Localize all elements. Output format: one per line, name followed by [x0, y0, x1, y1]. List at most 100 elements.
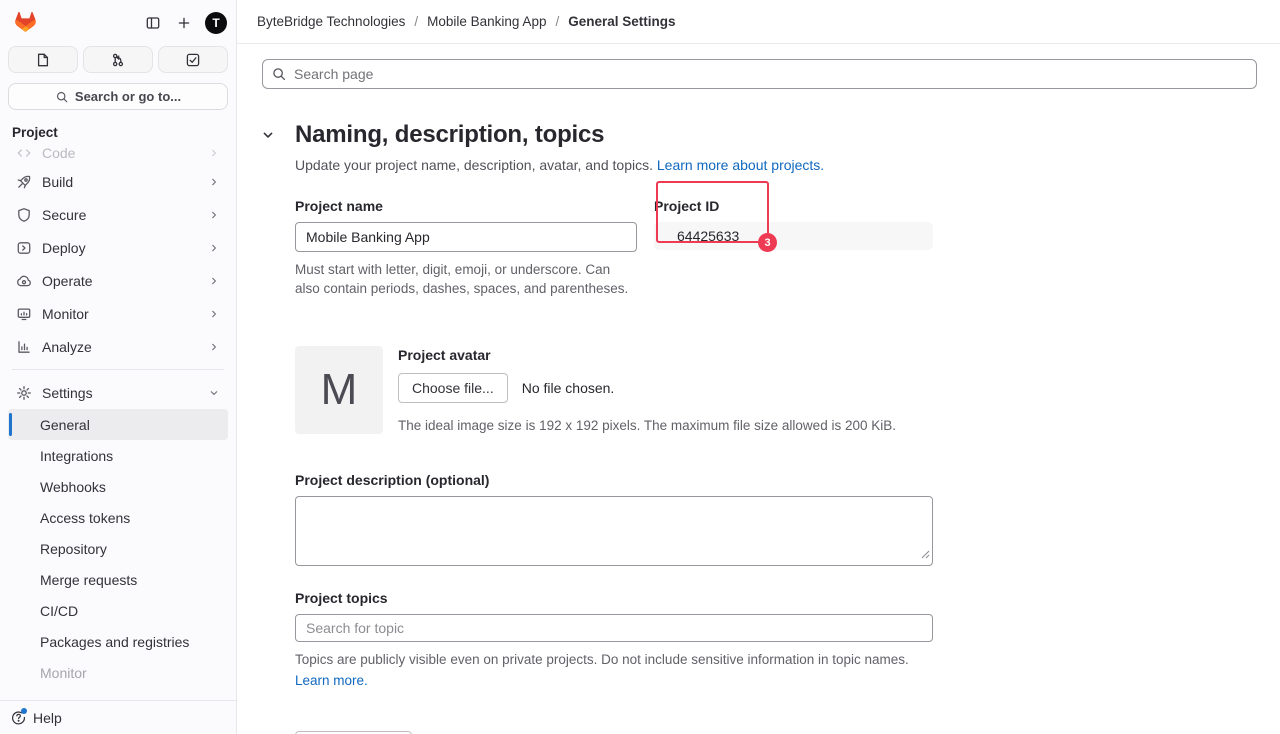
project-name-help: Must start with letter, digit, emoji, or…: [295, 260, 637, 298]
sidebar-item-repository[interactable]: Repository: [8, 533, 228, 564]
breadcrumb-item-mobile-banking-app[interactable]: Mobile Banking App: [427, 14, 546, 29]
sidebar-help-button[interactable]: Help: [0, 700, 236, 734]
breadcrumb: ByteBridge Technologies / Mobile Banking A…: [237, 0, 1280, 44]
sidebar-item-label: CI/CD: [40, 603, 220, 619]
sidebar-item-packages-and-registries[interactable]: Packages and registries: [8, 626, 228, 657]
sidebar-section-title: Project: [0, 110, 236, 145]
user-avatar[interactable]: T: [205, 12, 227, 34]
search-or-go-to-button[interactable]: Search or go to...: [8, 83, 228, 110]
sidebar-item-settings[interactable]: Settings: [8, 376, 228, 409]
sidebar-item-analyze[interactable]: Analyze: [8, 330, 228, 363]
learn-more-projects-link[interactable]: Learn more about projects.: [657, 157, 824, 173]
naming-section: Naming, description, topics Update your …: [257, 119, 1257, 734]
sidebar-item-label: Integrations: [40, 448, 220, 464]
sidebar-item-label: Merge requests: [40, 572, 220, 588]
search-icon: [271, 66, 287, 82]
sidebar-item-label: Analyze: [42, 339, 198, 355]
sidebar-divider: [12, 369, 224, 370]
topics-learn-more-link[interactable]: Learn more.: [295, 671, 933, 690]
sidebar-item-ci-cd[interactable]: CI/CD: [8, 595, 228, 626]
page-search-input[interactable]: [262, 59, 1257, 89]
sidebar-item-general[interactable]: General: [8, 409, 228, 440]
help-label: Help: [33, 710, 62, 726]
breadcrumb-item-general-settings: General Settings: [568, 14, 675, 29]
chevron-right-icon: [208, 308, 220, 320]
breadcrumb-item-bytebridge-technologies[interactable]: ByteBridge Technologies: [257, 14, 405, 29]
analyze-icon: [16, 339, 32, 355]
sidebar-topbar: T: [0, 0, 236, 38]
page-search: [262, 59, 1257, 89]
help-notification-dot: [21, 708, 27, 714]
create-new-icon[interactable]: [174, 13, 194, 33]
sidebar-item-secure[interactable]: Secure: [8, 198, 228, 231]
sidebar-item-deploy[interactable]: Deploy: [8, 231, 228, 264]
merge-requests-button[interactable]: [83, 46, 153, 73]
sidebar-item-integrations[interactable]: Integrations: [8, 440, 228, 471]
project-id-value[interactable]: 64425633: [654, 222, 933, 250]
project-description-label: Project description (optional): [295, 472, 933, 488]
sidebar-item-monitor[interactable]: Monitor: [8, 657, 228, 688]
merge-requests-icon: [110, 52, 126, 68]
section-collapse-chevron-icon[interactable]: [257, 119, 279, 145]
monitor-icon: [16, 306, 32, 322]
project-id-group: Project ID 64425633: [654, 198, 933, 298]
chevron-right-icon: [208, 147, 220, 159]
settings-content: Naming, description, topics Update your …: [237, 44, 1280, 734]
sidebar-item-label: Monitor: [42, 306, 198, 322]
project-id-label: Project ID: [654, 198, 933, 214]
rocket-icon: [16, 174, 32, 190]
chevron-right-icon: [208, 242, 220, 254]
sidebar-item-label: General: [40, 417, 220, 433]
app-window: T Search or go to... Project Code Build Se…: [0, 0, 1280, 734]
project-topics-input[interactable]: [295, 614, 933, 642]
project-topics-group: Project topics Topics are publicly visib…: [295, 590, 933, 690]
project-description-textarea[interactable]: [295, 496, 933, 566]
sidebar-item-build[interactable]: Build: [8, 165, 228, 198]
sidebar-item-label: Code: [42, 145, 198, 161]
chevron-down-icon: [208, 387, 220, 399]
operate-icon: [16, 273, 32, 289]
chevron-right-icon: [208, 275, 220, 287]
chevron-right-icon: [208, 176, 220, 188]
sidebar-item-monitor[interactable]: Monitor: [8, 297, 228, 330]
sidebar-item-label: Build: [42, 174, 198, 190]
issues-button[interactable]: [8, 46, 78, 73]
sidebar-item-label: Webhooks: [40, 479, 220, 495]
sidebar-item-label: Secure: [42, 207, 198, 223]
sidebar-item-label: Operate: [42, 273, 198, 289]
sidebar-item-label: Packages and registries: [40, 634, 220, 650]
sidebar-item-merge-requests[interactable]: Merge requests: [8, 564, 228, 595]
section-body: Naming, description, topics Update your …: [295, 119, 1257, 734]
project-name-input[interactable]: [295, 222, 637, 252]
file-chooser-row: Choose file... No file chosen.: [398, 373, 896, 403]
sidebar-toggle-icon[interactable]: [143, 13, 163, 33]
sidebar-item-label: Repository: [40, 541, 220, 557]
project-avatar-help: The ideal image size is 192 x 192 pixels…: [398, 416, 896, 435]
sidebar-item-code[interactable]: Code: [8, 145, 228, 165]
search-icon: [55, 90, 69, 104]
code-icon: [16, 145, 32, 161]
section-subtitle-text: Update your project name, description, a…: [295, 157, 653, 173]
no-file-chosen-text: No file chosen.: [522, 380, 615, 396]
gitlab-logo[interactable]: [12, 9, 39, 36]
project-avatar-row: M Project avatar Choose file... No file …: [295, 346, 933, 435]
project-topics-help: Topics are publicly visible even on priv…: [295, 650, 933, 690]
sidebar-item-operate[interactable]: Operate: [8, 264, 228, 297]
project-avatar-controls: Project avatar Choose file... No file ch…: [398, 346, 896, 435]
sidebar-item-webhooks[interactable]: Webhooks: [8, 471, 228, 502]
sidebar: T Search or go to... Project Code Build Se…: [0, 0, 237, 734]
project-description-group: Project description (optional): [295, 472, 933, 566]
project-name-label: Project name: [295, 198, 637, 214]
breadcrumb-separator: /: [414, 14, 418, 29]
sidebar-shortcuts: [0, 38, 236, 73]
sidebar-item-label: Deploy: [42, 240, 198, 256]
section-title: Naming, description, topics: [295, 119, 1257, 150]
todo-list-button[interactable]: [158, 46, 228, 73]
project-avatar-preview: M: [295, 346, 383, 434]
project-avatar-label: Project avatar: [398, 347, 896, 363]
name-id-row: Project name Must start with letter, dig…: [295, 198, 933, 298]
shield-icon: [16, 207, 32, 223]
chevron-right-icon: [208, 209, 220, 221]
sidebar-item-access-tokens[interactable]: Access tokens: [8, 502, 228, 533]
choose-file-button[interactable]: Choose file...: [398, 373, 508, 403]
